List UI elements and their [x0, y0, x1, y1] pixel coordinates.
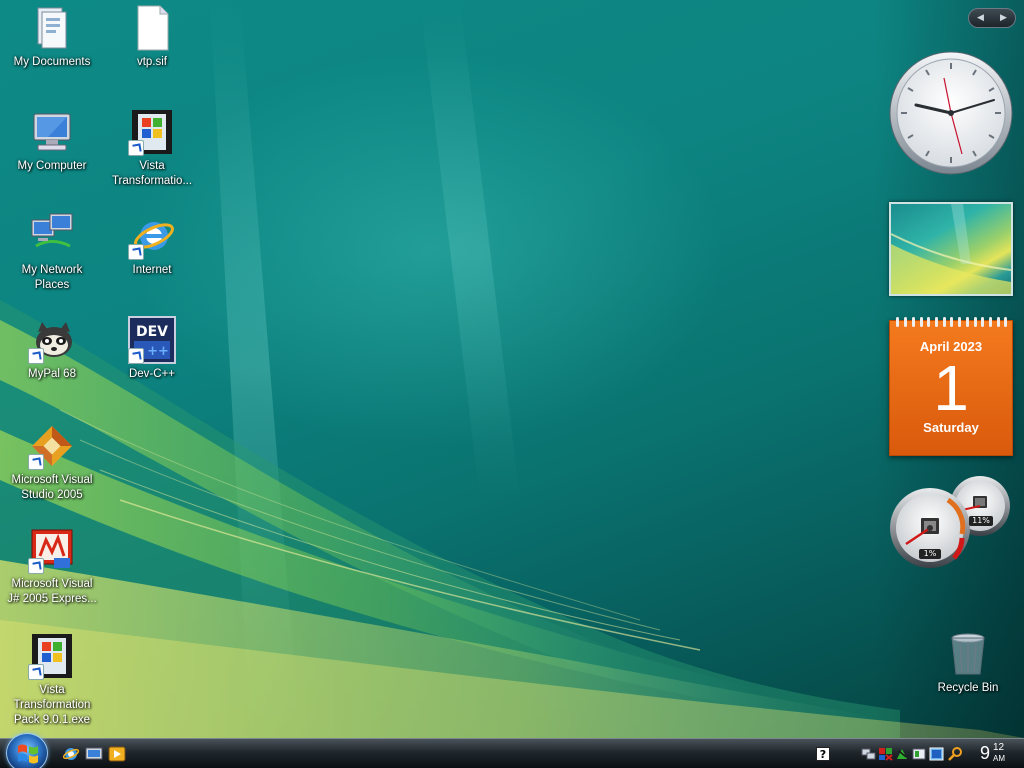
media-player-icon [108, 746, 126, 762]
clock-ampm: AM [993, 754, 1005, 763]
shortcut-arrow-icon [28, 664, 44, 680]
quicklaunch-internet-explorer[interactable] [62, 746, 80, 762]
tray-network-icon[interactable] [861, 747, 876, 761]
desktop-icon-label: Vista Transformatio... [111, 160, 193, 187]
desktop-icon-label: vtp.sif [136, 56, 168, 68]
tray-display-icon[interactable] [929, 747, 944, 761]
desktop-icon-my-documents[interactable]: My Documents [4, 4, 100, 104]
svg-text:++: ++ [147, 344, 169, 359]
desktop-icon-label: Vista Transformation Pack 9.0.1.exe [13, 684, 91, 726]
vista-transformation-icon [128, 108, 176, 156]
desktop-icon-visual-studio[interactable]: Microsoft Visual Studio 2005 [4, 422, 100, 522]
tray-clock[interactable]: 9 12 AM [972, 739, 1022, 768]
desktop-icon-my-network-places[interactable]: My Network Places [4, 212, 100, 312]
shortcut-arrow-icon [28, 558, 44, 574]
desktop-icon-label: MyPal 68 [28, 368, 76, 380]
desktop-icon-label: My Computer [17, 160, 87, 172]
desktop-icon-dev-cpp[interactable]: DEV ++ Dev-C++ [104, 316, 200, 416]
calendar-rings [890, 317, 1014, 327]
cpu-usage-readout: 1% [919, 549, 941, 559]
tray-help-icon[interactable]: ? [816, 747, 830, 761]
desktop-icon-internet[interactable]: Internet [104, 212, 200, 312]
network-icon [28, 212, 76, 260]
desktop-icon-label: My Documents [13, 56, 91, 68]
my-documents-icon [28, 4, 76, 52]
internet-explorer-icon [62, 748, 80, 760]
tray-search-icon[interactable] [948, 747, 963, 761]
internet-explorer-icon [128, 212, 176, 260]
visual-jsharp-icon [28, 526, 76, 574]
sidebar-prev-icon[interactable]: ◀ [977, 13, 984, 23]
visual-studio-icon [28, 422, 76, 470]
clock-minute: 12 [993, 742, 1005, 753]
shortcut-arrow-icon [128, 348, 144, 364]
recycle-bin-label: Recycle Bin [937, 682, 999, 694]
recycle-bin-icon [944, 630, 992, 678]
desktop-icon-vtp-sif[interactable]: vtp.sif [104, 4, 200, 104]
vista-installer-icon [28, 632, 76, 680]
desktop-icon-vista-transformation[interactable]: Vista Transformatio... [104, 108, 200, 208]
shortcut-arrow-icon [28, 348, 44, 364]
desktop[interactable]: My Documents vtp.sif My Computer Vista T… [0, 0, 1024, 738]
svg-text:DEV: DEV [136, 324, 168, 340]
clock-gadget[interactable] [888, 50, 1014, 176]
tray-connection-icon[interactable] [895, 747, 910, 761]
calendar-day: 1 [933, 352, 969, 424]
tray-security-icon[interactable] [878, 747, 893, 761]
desktop-icon-label: My Network Places [21, 264, 83, 291]
desktop-icon-label: Microsoft Visual Studio 2005 [11, 474, 93, 501]
cpu-meter-gadget[interactable]: 11% 1% [888, 474, 1016, 570]
calendar-weekday: Saturday [923, 420, 979, 435]
sidebar-next-icon[interactable]: ▶ [1000, 13, 1007, 23]
desktop-icon-label: Microsoft Visual J# 2005 Expres... [7, 578, 97, 605]
sidebar-gadget-navigation[interactable]: ◀ ▶ [968, 8, 1016, 28]
taskbar[interactable]: ? 9 12 AM [0, 733, 1024, 768]
shortcut-arrow-icon [128, 244, 144, 260]
slideshow-gadget[interactable] [889, 202, 1013, 296]
desktop-icon-my-computer[interactable]: My Computer [4, 108, 100, 208]
clock-hour: 9 [980, 743, 991, 763]
file-icon [128, 4, 176, 52]
desktop-icon-label: Internet [132, 264, 172, 276]
show-desktop-icon [85, 747, 103, 760]
memory-usage-readout: 11% [969, 516, 993, 526]
quicklaunch-show-desktop[interactable] [85, 746, 103, 762]
mypal-icon [28, 316, 76, 364]
desktop-icon-vista-installer[interactable]: Vista Transformation Pack 9.0.1.exe [4, 632, 100, 732]
desktop-icon-recycle-bin[interactable]: Recycle Bin [920, 630, 1016, 730]
start-button[interactable] [6, 733, 48, 768]
quicklaunch-media-player[interactable] [108, 746, 126, 762]
tray-volume-icon[interactable] [912, 747, 927, 761]
shortcut-arrow-icon [28, 454, 44, 470]
shortcut-arrow-icon [128, 140, 144, 156]
dev-cpp-icon: DEV ++ [128, 316, 176, 364]
desktop-icon-mypal[interactable]: MyPal 68 [4, 316, 100, 416]
calendar-gadget[interactable]: April 2023 1 Saturday [889, 317, 1014, 456]
computer-icon [28, 108, 76, 156]
windows-logo-icon [18, 744, 38, 764]
desktop-icon-label: Dev-C++ [128, 368, 176, 380]
desktop-icon-visual-jsharp[interactable]: Microsoft Visual J# 2005 Expres... [4, 526, 100, 626]
